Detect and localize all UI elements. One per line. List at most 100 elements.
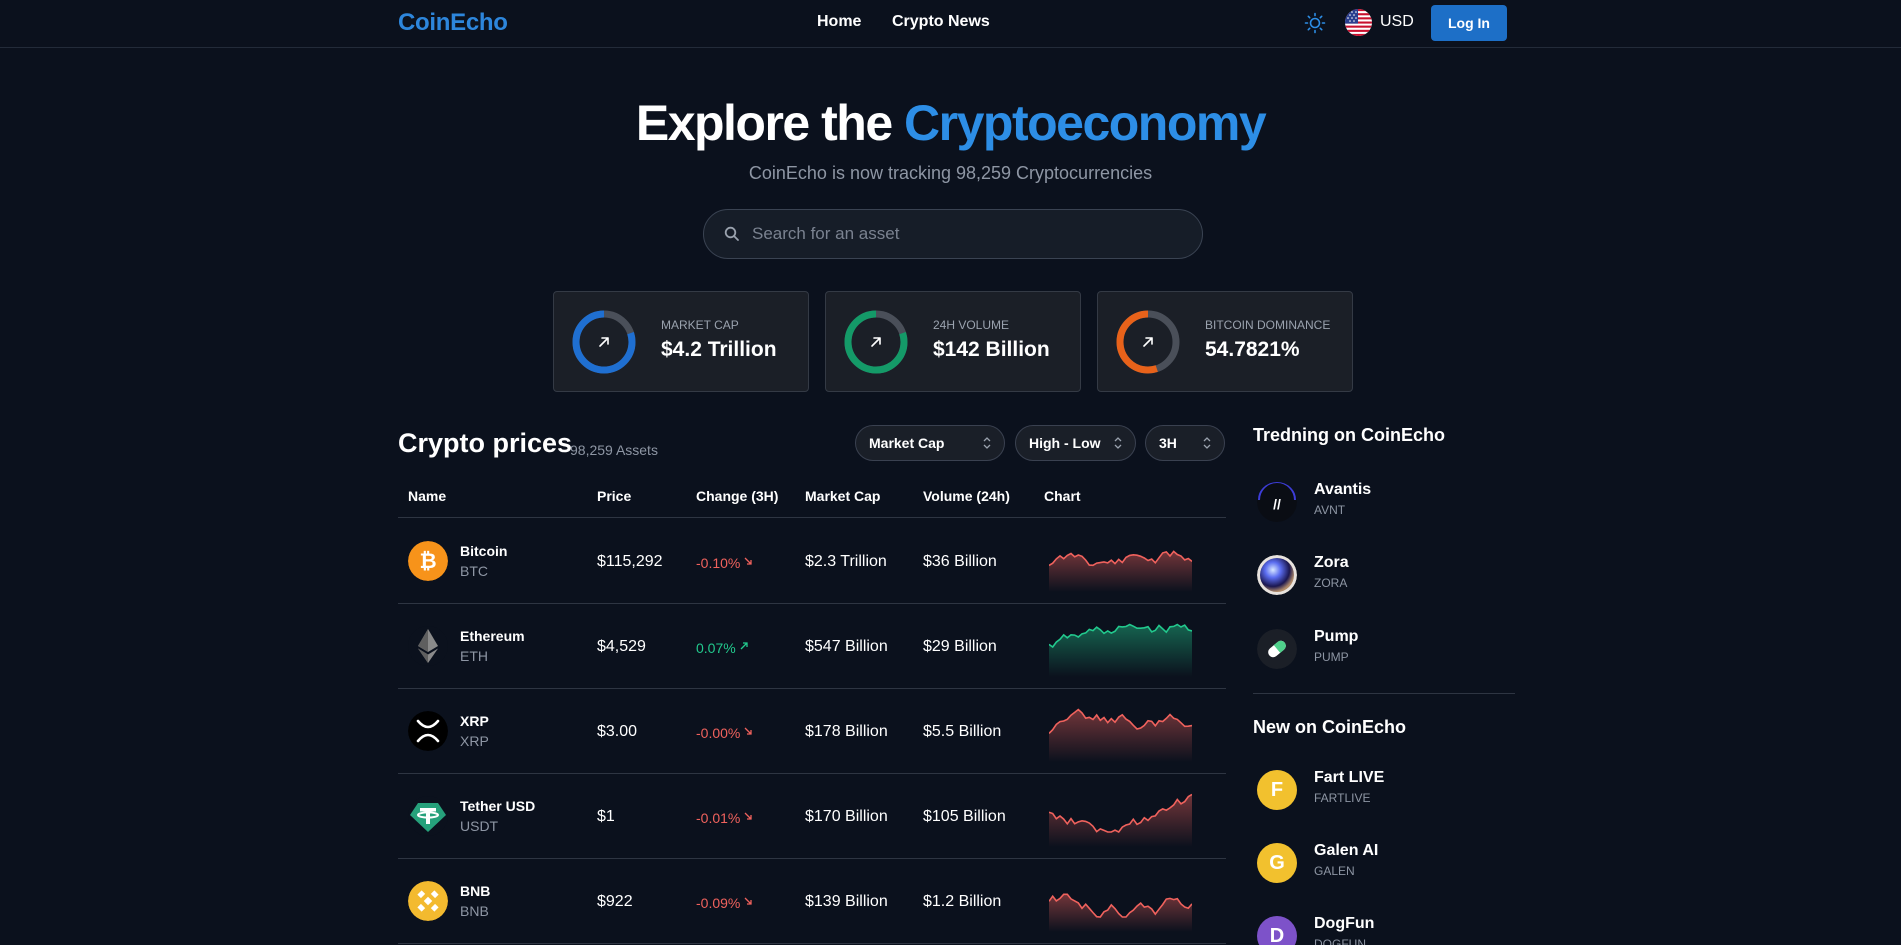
coin-market-cap: $170 Billion bbox=[805, 808, 888, 825]
trending-name: Avantis bbox=[1314, 481, 1372, 498]
hero-subtitle: CoinEcho is now tracking 98,259 Cryptocu… bbox=[748, 163, 1153, 183]
new-listing-symbol: GALEN bbox=[1314, 864, 1355, 878]
coin-price: $115,292 bbox=[597, 553, 663, 570]
trending-symbol: PUMP bbox=[1314, 650, 1349, 664]
letter-avatar-icon: F bbox=[1257, 770, 1297, 810]
table-row[interactable]: ₿ Bitcoin BTC $115,292 -0.10% $2.3 Trillion $… bbox=[398, 519, 1226, 604]
sparkline-chart bbox=[1049, 793, 1192, 847]
new-listing-name: Galen AI bbox=[1314, 842, 1379, 859]
coin-change: -0.01% bbox=[696, 810, 753, 826]
letter-avatar-icon: G bbox=[1257, 843, 1297, 883]
stat-card-24h-volume[interactable]: 24H VOLUME $142 Billion bbox=[825, 291, 1081, 392]
col-name[interactable]: Name bbox=[408, 488, 446, 504]
new-listing-item[interactable]: G Galen AI GALEN bbox=[1253, 839, 1513, 889]
coin-price: $922 bbox=[597, 893, 633, 910]
trending-item[interactable]: // Avantis AVNT bbox=[1253, 478, 1513, 528]
coin-symbol: XRP bbox=[460, 733, 489, 749]
col-price[interactable]: Price bbox=[597, 488, 631, 504]
us-flag-icon[interactable] bbox=[1345, 9, 1372, 36]
period-select[interactable]: 3H bbox=[1145, 425, 1225, 461]
new-listings-title: New on CoinEcho bbox=[1253, 717, 1406, 737]
trending-name: Pump bbox=[1314, 628, 1359, 645]
col-market-cap[interactable]: Market Cap bbox=[805, 488, 880, 504]
arrow-down-icon bbox=[744, 557, 752, 565]
coin-market-cap: $139 Billion bbox=[805, 893, 888, 910]
new-listing-name: DogFun bbox=[1314, 915, 1375, 932]
avatar-letter: F bbox=[1270, 778, 1284, 801]
bitcoin-icon: ₿ bbox=[408, 541, 448, 581]
nav-crypto-news-link[interactable]: Crypto News bbox=[892, 13, 990, 31]
arrow-up-right-icon bbox=[599, 337, 609, 347]
trending-symbol: ZORA bbox=[1314, 576, 1348, 590]
coin-change: 0.07% bbox=[696, 640, 749, 656]
avatar-letter: G bbox=[1269, 851, 1285, 874]
stat-value: $4.2 Trillion bbox=[661, 338, 777, 361]
chevron-updown-icon bbox=[1114, 437, 1122, 449]
new-listing-item[interactable]: F Fart LIVE FARTLIVE bbox=[1253, 766, 1513, 816]
table-row[interactable]: XRP XRP $3.00 -0.00% $178 Billion $5.5 Billi… bbox=[398, 689, 1226, 774]
change-value: -0.10% bbox=[696, 555, 741, 571]
coin-volume: $5.5 Billion bbox=[923, 723, 1002, 740]
arrow-up-right-icon bbox=[871, 337, 881, 347]
coin-symbol: BNB bbox=[460, 903, 489, 919]
stat-label: 24H VOLUME bbox=[933, 318, 1010, 332]
login-button[interactable]: Log In bbox=[1431, 5, 1507, 41]
sort-by-select[interactable]: Market Cap bbox=[855, 425, 1005, 461]
coin-market-cap: $547 Billion bbox=[805, 638, 888, 655]
trending-title: Tredning on CoinEcho bbox=[1253, 425, 1445, 445]
coin-name: Ethereum bbox=[460, 628, 525, 644]
arrow-down-icon bbox=[744, 897, 752, 905]
order-value: High - Low bbox=[1029, 435, 1101, 451]
new-listing-item[interactable]: D DogFun DOGFUN bbox=[1253, 912, 1513, 945]
stat-value: $142 Billion bbox=[933, 338, 1050, 361]
coin-price: $1 bbox=[597, 808, 615, 825]
stat-card-bitcoin-dominance[interactable]: BITCOIN DOMINANCE 54.7821% bbox=[1097, 291, 1353, 392]
table-row[interactable]: Tether USD USDT $1 -0.01% $170 Billion $105 … bbox=[398, 774, 1226, 859]
trending-symbol: AVNT bbox=[1314, 503, 1346, 517]
arrow-down-icon bbox=[744, 727, 752, 735]
tether-icon bbox=[408, 796, 448, 836]
chevron-updown-icon bbox=[983, 437, 991, 449]
coin-price: $4,529 bbox=[597, 638, 646, 655]
coin-market-cap: $178 Billion bbox=[805, 723, 888, 740]
stat-label: BITCOIN DOMINANCE bbox=[1205, 318, 1331, 332]
trending-item[interactable]: Pump PUMP bbox=[1253, 625, 1513, 675]
table-row[interactable]: BNB BNB $922 -0.09% $139 Billion $1.2 Billio… bbox=[398, 859, 1226, 944]
hero-title-prefix: Explore the bbox=[635, 95, 905, 151]
letter-avatar-icon: D bbox=[1257, 916, 1297, 945]
coin-name: XRP bbox=[460, 713, 489, 729]
currency-selector[interactable]: USD bbox=[1380, 13, 1414, 31]
market-cap-donut-icon bbox=[572, 310, 636, 374]
table-row[interactable]: Ethereum ETH $4,529 0.07% $547 Billion $29 B… bbox=[398, 604, 1226, 689]
col-change[interactable]: Change (3H) bbox=[696, 488, 778, 504]
col-chart: Chart bbox=[1044, 488, 1081, 504]
arrow-down-icon bbox=[744, 812, 752, 820]
sun-icon[interactable] bbox=[1304, 12, 1326, 34]
trending-item[interactable]: Zora ZORA bbox=[1253, 551, 1513, 601]
stat-label: MARKET CAP bbox=[661, 318, 739, 332]
order-select[interactable]: High - Low bbox=[1015, 425, 1136, 461]
search-icon bbox=[724, 226, 739, 241]
bnb-icon bbox=[408, 881, 448, 921]
coin-name: Bitcoin bbox=[460, 543, 508, 559]
hero-title: Explore the Cryptoeconomy bbox=[0, 94, 1901, 152]
coin-symbol: USDT bbox=[460, 818, 499, 834]
sparkline-chart bbox=[1049, 623, 1192, 677]
search-input[interactable] bbox=[752, 210, 1192, 258]
brand-logo[interactable]: CoinEcho bbox=[398, 9, 508, 37]
trending-name: Zora bbox=[1314, 554, 1349, 571]
volume-donut-icon bbox=[844, 310, 908, 374]
nav-home-link[interactable]: Home bbox=[817, 13, 861, 31]
ethereum-icon bbox=[408, 626, 448, 666]
sort-by-value: Market Cap bbox=[869, 435, 945, 451]
stat-card-market-cap[interactable]: MARKET CAP $4.2 Trillion bbox=[553, 291, 809, 392]
col-volume[interactable]: Volume (24h) bbox=[923, 488, 1010, 504]
search-bar[interactable] bbox=[703, 209, 1203, 259]
coin-symbol: BTC bbox=[460, 563, 488, 579]
sparkline-chart bbox=[1049, 893, 1192, 932]
avatar-letter: D bbox=[1269, 924, 1285, 945]
crypto-prices-title: Crypto prices bbox=[398, 428, 573, 458]
coin-price: $3.00 bbox=[597, 723, 638, 740]
arrow-up-icon bbox=[740, 642, 748, 650]
period-value: 3H bbox=[1159, 435, 1177, 451]
